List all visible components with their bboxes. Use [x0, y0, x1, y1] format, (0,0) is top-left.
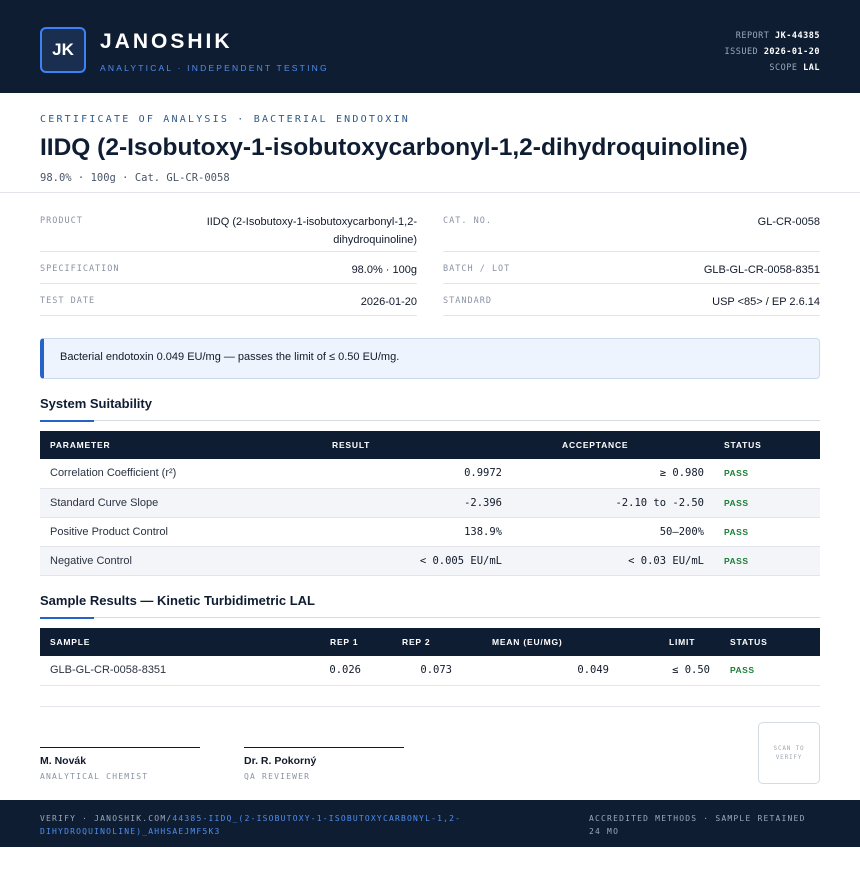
- info-row-specification: SPECIFICATION 98.0% · 100g: [40, 252, 417, 284]
- rep2-cell: 0.073: [371, 656, 462, 686]
- result-cell: < 0.005 EU/mL: [322, 546, 512, 576]
- brand-name: JANOSHIK: [100, 30, 233, 53]
- table-row: Negative Control < 0.005 EU/mL < 0.03 EU…: [40, 546, 820, 576]
- info-row-cat-no: CAT. NO. GL-CR-0058: [443, 212, 820, 252]
- divider: [40, 706, 820, 707]
- issued-date: 2026-01-20: [763, 47, 820, 57]
- column-header: RESULT: [332, 440, 371, 450]
- table-header-row: SAMPLE REP 1 REP 2 MEAN (EU/MG) LIMIT ST…: [40, 628, 820, 656]
- system-suitability-table: PARAMETER RESULT ACCEPTANCE STATUS Corre…: [40, 431, 820, 576]
- product-subline: 98.0% · 100g · Cat. GL-CR-0058: [40, 172, 230, 184]
- info-row-standard: STANDARD USP <85> / EP 2.6.14: [443, 284, 820, 316]
- scope-value: LAL: [803, 63, 820, 73]
- scope-line: SCOPE LAL: [769, 63, 820, 73]
- header-bar: JK JANOSHIK ANALYTICAL · INDEPENDENT TES…: [0, 0, 860, 93]
- acceptance-cell: -2.10 to -2.50: [512, 488, 714, 518]
- info-value: IIDQ (2-Isobutoxy-1-isobutoxycarbonyl-1,…: [206, 216, 417, 246]
- limit-cell: ≤ 0.50: [619, 656, 720, 686]
- signature-chemist: M. Novák ANALYTICAL CHEMIST: [40, 747, 200, 781]
- info-label: SPECIFICATION: [40, 264, 120, 274]
- info-label: BATCH / LOT: [443, 264, 511, 274]
- info-value: 98.0% · 100g: [351, 264, 417, 276]
- table-row: GLB-GL-CR-0058-8351 0.026 0.073 0.049 ≤ …: [40, 656, 820, 686]
- footer-bar: VERIFY · JANOSHIK.COM/44385-IIDQ_(2-ISOB…: [0, 800, 860, 847]
- logo: JK: [40, 27, 86, 73]
- info-value: GL-CR-0058: [757, 216, 820, 228]
- parameter-cell: Negative Control: [40, 546, 322, 576]
- info-grid-right: CAT. NO. GL-CR-0058 BATCH / LOT GLB-GL-C…: [443, 212, 820, 316]
- mean-cell: 0.049: [462, 656, 619, 686]
- column-header: REP 1: [330, 637, 359, 647]
- result-cell: -2.396: [322, 488, 512, 518]
- report-id: JK-44385: [775, 31, 820, 41]
- info-value: USP <85> / EP 2.6.14: [712, 296, 820, 308]
- divider: [0, 192, 860, 193]
- info-row-product: PRODUCT IIDQ (2-Isobutoxy-1-isobutoxycar…: [40, 212, 417, 252]
- info-row-batch: BATCH / LOT GLB-GL-CR-0058-8351: [443, 252, 820, 284]
- acceptance-cell: < 0.03 EU/mL: [512, 546, 714, 576]
- signatory-role: QA REVIEWER: [244, 772, 311, 781]
- column-header: ACCEPTANCE: [562, 440, 629, 450]
- section-accent: [40, 420, 94, 422]
- column-header: SAMPLE: [50, 637, 91, 647]
- parameter-cell: Standard Curve Slope: [40, 488, 322, 518]
- table-row: Correlation Coefficient (r²) 0.9972 ≥ 0.…: [40, 459, 820, 489]
- info-grid-left: PRODUCT IIDQ (2-Isobutoxy-1-isobutoxycar…: [40, 212, 417, 316]
- report-id-line: REPORT JK-44385: [735, 31, 820, 41]
- result-cell: 138.9%: [322, 517, 512, 547]
- section-title-sample-results: Sample Results — Kinetic Turbidimetric L…: [40, 593, 315, 608]
- status-badge: PASS: [714, 488, 820, 518]
- info-row-test-date: TEST DATE 2026-01-20: [40, 284, 417, 316]
- qr-code-placeholder[interactable]: SCAN TO VERIFY: [758, 722, 820, 784]
- parameter-cell: Correlation Coefficient (r²): [40, 459, 322, 489]
- info-label: TEST DATE: [40, 296, 96, 306]
- info-label: PRODUCT: [40, 216, 83, 226]
- info-value: 2026-01-20: [360, 296, 417, 308]
- result-cell: 0.9972: [322, 459, 512, 489]
- table-row: Positive Product Control 138.9% 50–200% …: [40, 517, 820, 547]
- verify-text: VERIFY · JANOSHIK.COM/44385-IIDQ_(2-ISOB…: [40, 814, 462, 836]
- acceptance-cell: ≥ 0.980: [512, 459, 714, 489]
- parameter-cell: Positive Product Control: [40, 517, 322, 547]
- section-rule: [40, 420, 820, 421]
- info-value: GLB-GL-CR-0058-8351: [703, 264, 820, 276]
- column-header: REP 2: [402, 637, 431, 647]
- section-accent: [40, 617, 94, 619]
- column-header: MEAN (EU/MG): [492, 637, 563, 647]
- issued-line: ISSUED 2026-01-20: [724, 47, 820, 57]
- rep1-cell: 0.026: [257, 656, 371, 686]
- report-meta: REPORT JK-44385 ISSUED 2026-01-20 SCOPE …: [724, 28, 820, 76]
- table-header-row: PARAMETER RESULT ACCEPTANCE STATUS: [40, 431, 820, 459]
- status-badge: PASS: [714, 459, 820, 489]
- status-badge: PASS: [714, 517, 820, 547]
- sample-cell: GLB-GL-CR-0058-8351: [40, 656, 257, 686]
- section-rule: [40, 617, 820, 618]
- signature-qa: Dr. R. Pokorný QA REVIEWER: [244, 747, 404, 781]
- signatory-role: ANALYTICAL CHEMIST: [40, 772, 149, 781]
- column-header: STATUS: [724, 440, 762, 450]
- sample-results-table: SAMPLE REP 1 REP 2 MEAN (EU/MG) LIMIT ST…: [40, 628, 820, 686]
- brand-tagline: ANALYTICAL · INDEPENDENT TESTING: [100, 63, 329, 73]
- column-header: PARAMETER: [50, 440, 111, 450]
- info-label: STANDARD: [443, 296, 492, 306]
- section-title-system-suitability: System Suitability: [40, 396, 152, 411]
- certificate-eyebrow: CERTIFICATE OF ANALYSIS · BACTERIAL ENDO…: [40, 114, 410, 125]
- column-header: LIMIT: [669, 637, 696, 647]
- acceptance-cell: 50–200%: [512, 517, 714, 547]
- status-badge: PASS: [720, 656, 820, 686]
- result-callout: Bacterial endotoxin 0.049 EU/mg — passes…: [40, 338, 820, 379]
- info-label: CAT. NO.: [443, 216, 492, 226]
- status-badge: PASS: [714, 546, 820, 576]
- signatory-name: Dr. R. Pokorný: [244, 755, 317, 767]
- table-row: Standard Curve Slope -2.396 -2.10 to -2.…: [40, 488, 820, 518]
- column-header: STATUS: [730, 637, 768, 647]
- page-title: IIDQ (2-Isobutoxy-1-isobutoxycarbonyl-1,…: [40, 134, 748, 161]
- footer-note: ACCREDITED METHODS · SAMPLE RETAINED 24 …: [589, 814, 806, 836]
- signatory-name: M. Novák: [40, 755, 87, 767]
